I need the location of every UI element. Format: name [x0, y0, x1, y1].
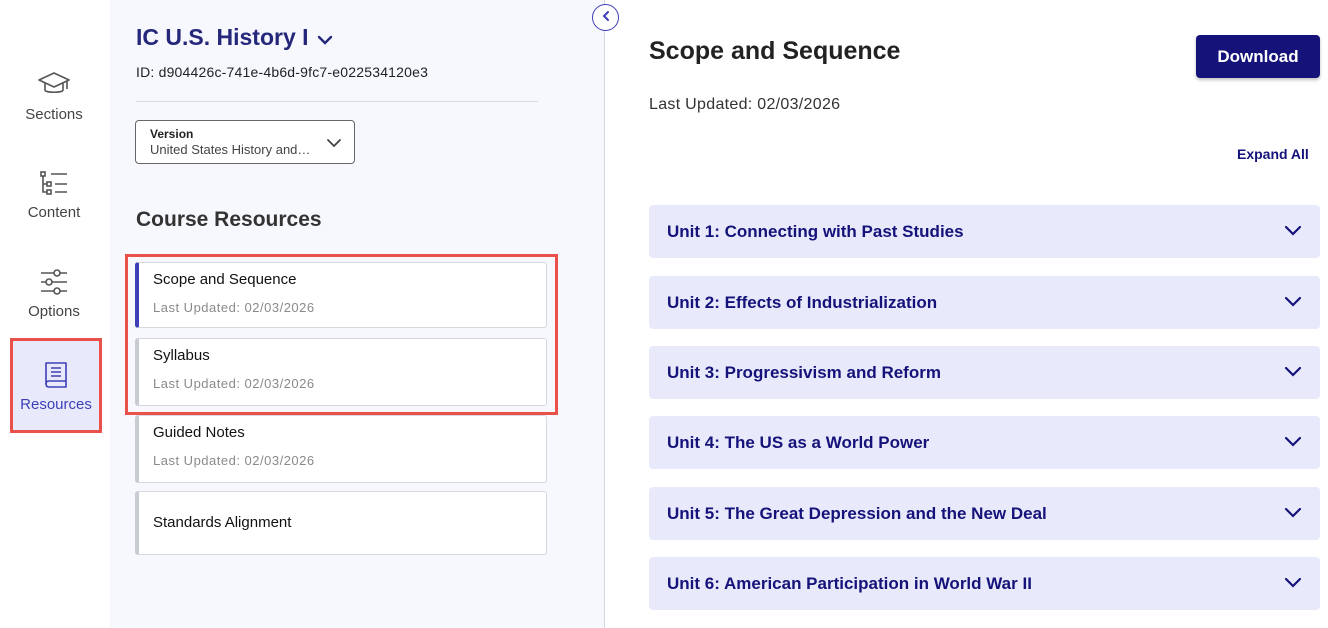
page-title: Scope and Sequence: [649, 37, 901, 65]
last-updated: Last Updated: 02/03/2026: [649, 96, 841, 113]
unit-accordion-6[interactable]: Unit 6: American Participation in World …: [649, 557, 1320, 610]
unit-title: Unit 1: Connecting with Past Studies: [667, 221, 964, 241]
rail-label: Options: [28, 302, 80, 320]
resource-item-guided-notes[interactable]: Guided Notes Last Updated: 02/03/2026: [135, 415, 547, 483]
chevron-down-icon: [1284, 364, 1302, 382]
graduation-cap-icon: [37, 68, 71, 102]
rail-item-content[interactable]: Content: [0, 148, 108, 238]
resource-name: Scope and Sequence: [153, 271, 297, 288]
unit-accordion-1[interactable]: Unit 1: Connecting with Past Studies: [649, 205, 1320, 258]
chevron-down-icon: [1284, 575, 1302, 593]
rail-item-resources[interactable]: Resources: [13, 341, 99, 430]
resource-updated: Last Updated: 02/03/2026: [153, 300, 315, 315]
download-button[interactable]: Download: [1196, 35, 1320, 78]
unit-title: Unit 3: Progressivism and Reform: [667, 362, 941, 382]
resource-updated: Last Updated: 02/03/2026: [153, 453, 315, 468]
unit-accordion-2[interactable]: Unit 2: Effects of Industrialization: [649, 276, 1320, 329]
resource-name: Guided Notes: [153, 424, 245, 441]
version-select[interactable]: Version United States History and Geogra…: [135, 120, 355, 164]
resource-name: Standards Alignment: [153, 514, 292, 531]
rail-label: Content: [27, 203, 81, 221]
chevron-down-icon: [1284, 294, 1302, 312]
version-value: United States History and Geography: [150, 142, 314, 157]
resource-item-syllabus[interactable]: Syllabus Last Updated: 02/03/2026: [135, 338, 547, 406]
resource-item-standards-alignment[interactable]: Standards Alignment: [135, 491, 547, 555]
unit-title: Unit 4: The US as a World Power: [667, 432, 930, 452]
unit-title: Unit 6: American Participation in World …: [667, 573, 1032, 593]
chevron-down-icon: [317, 24, 333, 51]
resource-name: Syllabus: [153, 347, 210, 364]
chevron-down-icon: [1284, 505, 1302, 523]
resource-item-scope-and-sequence[interactable]: Scope and Sequence Last Updated: 02/03/2…: [135, 262, 547, 328]
resource-updated: Last Updated: 02/03/2026: [153, 376, 315, 391]
course-title-dropdown[interactable]: IC U.S. History I: [136, 24, 333, 51]
rail-label: Resources: [20, 396, 92, 413]
unit-accordion-3[interactable]: Unit 3: Progressivism and Reform: [649, 346, 1320, 399]
course-id: ID: d904426c-741e-4b6d-9fc7-e022534120e3: [136, 64, 429, 80]
unit-title: Unit 5: The Great Depression and the New…: [667, 503, 1047, 523]
list-tree-icon: [37, 166, 71, 200]
unit-accordion-4[interactable]: Unit 4: The US as a World Power: [649, 416, 1320, 469]
chevron-down-icon: [1284, 223, 1302, 241]
course-title: IC U.S. History I: [136, 24, 309, 50]
chevron-down-icon: [1284, 434, 1302, 452]
book-icon: [39, 358, 73, 392]
unit-accordion-5[interactable]: Unit 5: The Great Depression and the New…: [649, 487, 1320, 540]
section-heading: Course Resources: [136, 208, 322, 231]
expand-all-link[interactable]: Expand All: [1237, 146, 1309, 162]
rail-label: Sections: [25, 105, 83, 123]
version-label: Version: [150, 127, 194, 141]
divider: [136, 101, 538, 102]
course-panel: IC U.S. History I ID: d904426c-741e-4b6d…: [110, 0, 605, 628]
rail-item-options[interactable]: Options: [0, 247, 108, 337]
chevron-down-icon: [326, 135, 342, 153]
sliders-icon: [37, 265, 71, 299]
unit-title: Unit 2: Effects of Industrialization: [667, 292, 938, 312]
icon-rail: Sections Content Options Resources: [0, 0, 110, 628]
rail-item-sections[interactable]: Sections: [0, 50, 108, 140]
main-content: Scope and Sequence Last Updated: 02/03/2…: [605, 0, 1328, 628]
